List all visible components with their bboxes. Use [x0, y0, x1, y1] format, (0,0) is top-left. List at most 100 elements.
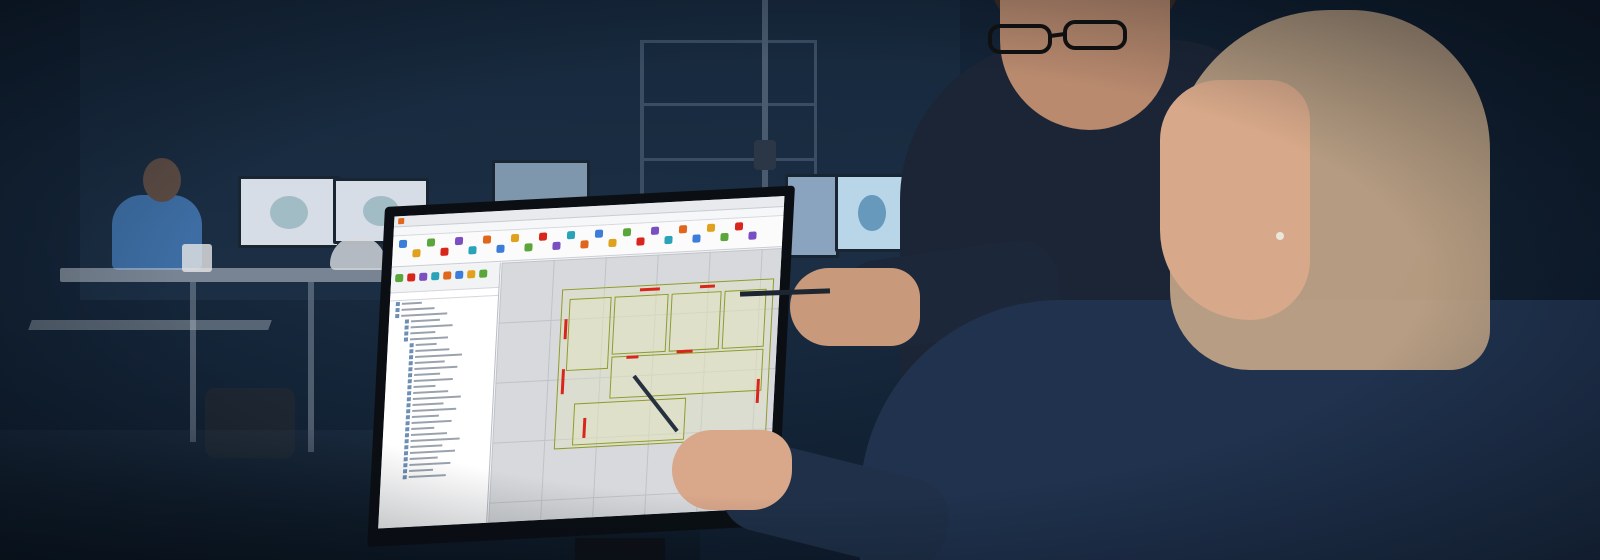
room: [565, 296, 612, 372]
panel-tool-icon[interactable]: [431, 271, 440, 281]
ribbon-tool-icon[interactable]: [398, 239, 408, 249]
folder-icon: [409, 349, 414, 354]
ribbon-tool-icon[interactable]: [636, 237, 645, 246]
ribbon-tool-icon[interactable]: [720, 232, 729, 242]
ribbon-tool-icon[interactable]: [496, 244, 505, 254]
background-monitor: [835, 174, 909, 252]
tree-item-label: [414, 360, 445, 365]
tree-item-label: [409, 468, 434, 473]
tree-item-label: [411, 414, 439, 419]
ribbon-tool-icon[interactable]: [706, 223, 716, 233]
folder-icon: [409, 343, 414, 348]
ribbon-tool-icon[interactable]: [468, 246, 477, 255]
tree-item-label: [410, 318, 440, 323]
tree-item-label: [413, 384, 436, 389]
folder-icon: [404, 325, 409, 330]
folder-icon: [407, 391, 412, 396]
ribbon-tool-icon[interactable]: [594, 229, 604, 238]
wall-segment: [626, 355, 639, 359]
ribbon-tool-icon[interactable]: [482, 235, 492, 244]
tree-item-label: [412, 402, 444, 407]
folder-icon: [408, 367, 413, 372]
background-person-head: [143, 158, 181, 202]
folder-icon: [403, 457, 408, 462]
tree-item-label: [414, 372, 441, 377]
desk-lamp-clamp: [754, 140, 776, 170]
folder-icon: [405, 427, 410, 432]
ribbon-tool-icon[interactable]: [510, 233, 520, 243]
panel-tool-icon[interactable]: [407, 273, 416, 282]
tree-item-label: [411, 426, 435, 431]
plant-pot: [182, 244, 212, 272]
folder-icon: [395, 301, 400, 307]
folder-icon: [405, 415, 410, 420]
ribbon-tool-icon[interactable]: [454, 236, 464, 246]
folder-icon: [403, 463, 408, 468]
folder-icon: [408, 361, 413, 366]
folder-icon: [404, 319, 410, 324]
woman-face: [1160, 80, 1310, 320]
desk-leg: [190, 282, 196, 442]
project-tree: [381, 296, 498, 482]
ribbon-tool-icon[interactable]: [692, 234, 701, 243]
photo-scene: [0, 0, 1600, 560]
folder-icon: [406, 403, 411, 408]
folder-icon: [406, 409, 411, 414]
folder-icon: [403, 451, 409, 456]
folder-icon: [404, 433, 410, 438]
ribbon-tool-icon[interactable]: [524, 243, 533, 252]
room: [721, 288, 767, 349]
ribbon-tool-icon[interactable]: [580, 240, 589, 249]
folder-icon: [404, 439, 409, 444]
app-logo-icon: [398, 217, 405, 225]
folder-icon: [404, 445, 409, 450]
ribbon-tool-icon[interactable]: [622, 228, 632, 237]
folder-icon: [408, 355, 414, 360]
ribbon-tool-icon[interactable]: [538, 232, 548, 241]
panel-tool-icon[interactable]: [467, 270, 476, 279]
folder-icon: [403, 337, 409, 342]
earring: [1276, 232, 1284, 240]
ribbon-tool-icon[interactable]: [440, 247, 449, 256]
man-hand: [790, 268, 920, 346]
tree-item-label: [409, 456, 438, 461]
ribbon-tool-icon[interactable]: [412, 249, 421, 258]
tree-item-label: [410, 444, 443, 449]
ribbon-tool-icon[interactable]: [566, 230, 576, 240]
woman-hand: [672, 430, 792, 510]
folder-icon: [395, 307, 400, 313]
panel-tool-icon[interactable]: [455, 270, 464, 280]
tree-item-label: [408, 474, 446, 479]
folder-icon: [402, 469, 408, 474]
folder-icon: [407, 379, 412, 384]
folder-icon: [402, 475, 407, 480]
tree-item-label: [410, 331, 436, 335]
folder-icon: [406, 397, 411, 402]
monitor-stand: [575, 538, 665, 560]
folder-icon: [405, 421, 410, 426]
folder-icon: [407, 385, 412, 390]
background-monitor: [238, 176, 340, 248]
background-table: [28, 320, 272, 330]
panel-tool-icon[interactable]: [479, 269, 488, 278]
ribbon-tool-icon[interactable]: [678, 225, 688, 234]
folder-icon: [404, 331, 409, 336]
ribbon-tool-icon[interactable]: [748, 231, 757, 240]
ribbon-tool-icon[interactable]: [734, 222, 744, 231]
panel-tool-icon[interactable]: [395, 273, 404, 283]
panel-tool-icon[interactable]: [419, 272, 428, 282]
desk-leg: [308, 282, 314, 452]
glasses-icon: [988, 20, 1127, 54]
room: [611, 293, 669, 355]
ribbon-tool-icon[interactable]: [426, 238, 436, 247]
background-desk: [60, 268, 390, 282]
project-tree-panel: [378, 262, 501, 529]
tree-item-label: [401, 307, 435, 311]
ribbon-tool-icon[interactable]: [552, 241, 561, 251]
tree-item-label: [401, 301, 422, 305]
ribbon-tool-icon[interactable]: [608, 238, 617, 248]
ribbon-tool-icon[interactable]: [664, 235, 673, 245]
folder-icon: [407, 373, 413, 378]
ribbon-tool-icon[interactable]: [650, 226, 660, 235]
panel-tool-icon[interactable]: [443, 271, 452, 280]
